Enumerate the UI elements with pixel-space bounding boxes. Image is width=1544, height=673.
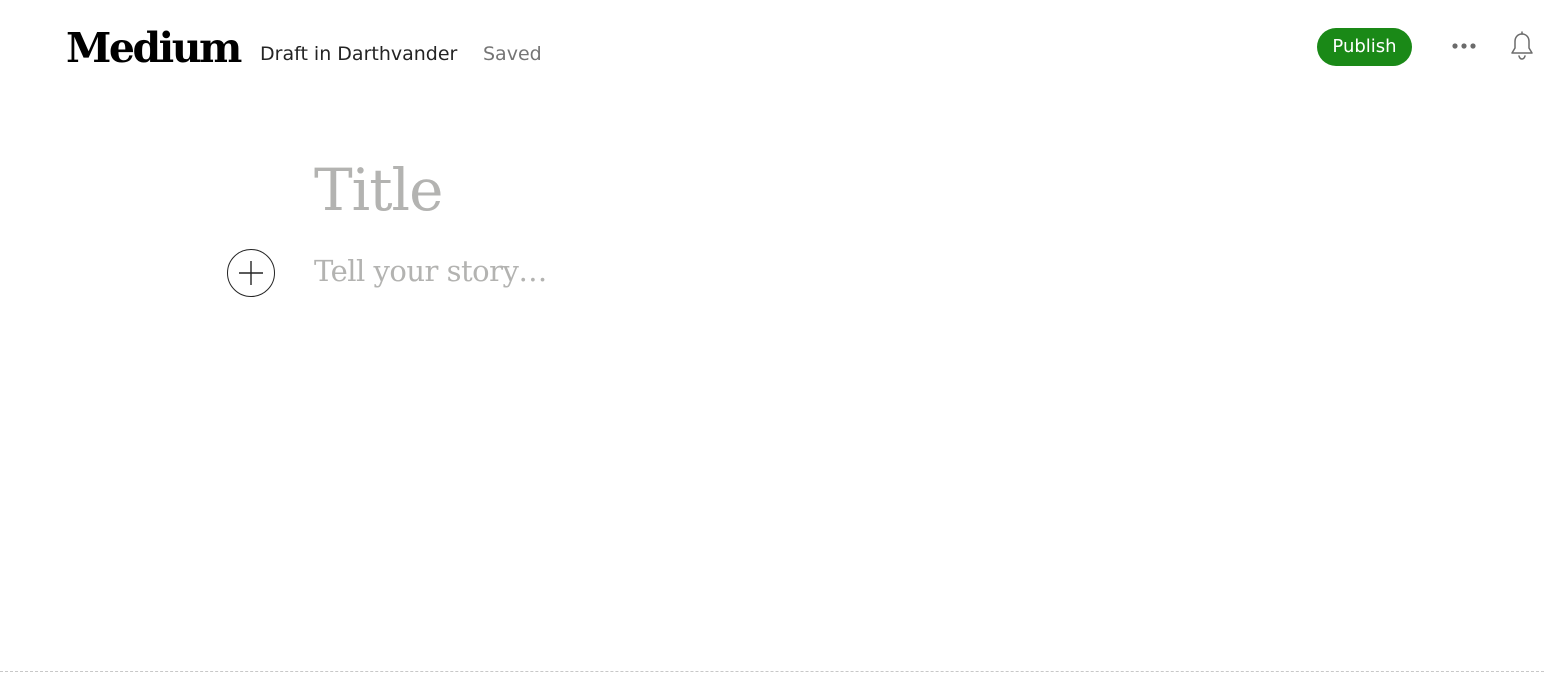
title-field[interactable]: Title [314, 152, 443, 228]
notifications-button[interactable] [1506, 30, 1538, 62]
story-body-field[interactable]: Tell your story… [314, 250, 547, 292]
bell-icon [1511, 31, 1533, 60]
editor-top-bar: Medium Draft in Darthvander Saved Publis… [0, 0, 1544, 92]
medium-logo[interactable]: Medium [66, 22, 242, 74]
draft-location-label: Draft in Darthvander [260, 43, 458, 65]
plus-icon [239, 261, 263, 285]
more-horizontal-icon [1452, 43, 1476, 49]
more-options-button[interactable] [1447, 32, 1481, 60]
story-editor: Title Tell your story… [0, 92, 1544, 652]
add-content-button[interactable] [227, 249, 275, 297]
save-status-label: Saved [483, 43, 542, 65]
page-bottom-divider [0, 671, 1544, 672]
publish-button[interactable]: Publish [1317, 28, 1412, 66]
